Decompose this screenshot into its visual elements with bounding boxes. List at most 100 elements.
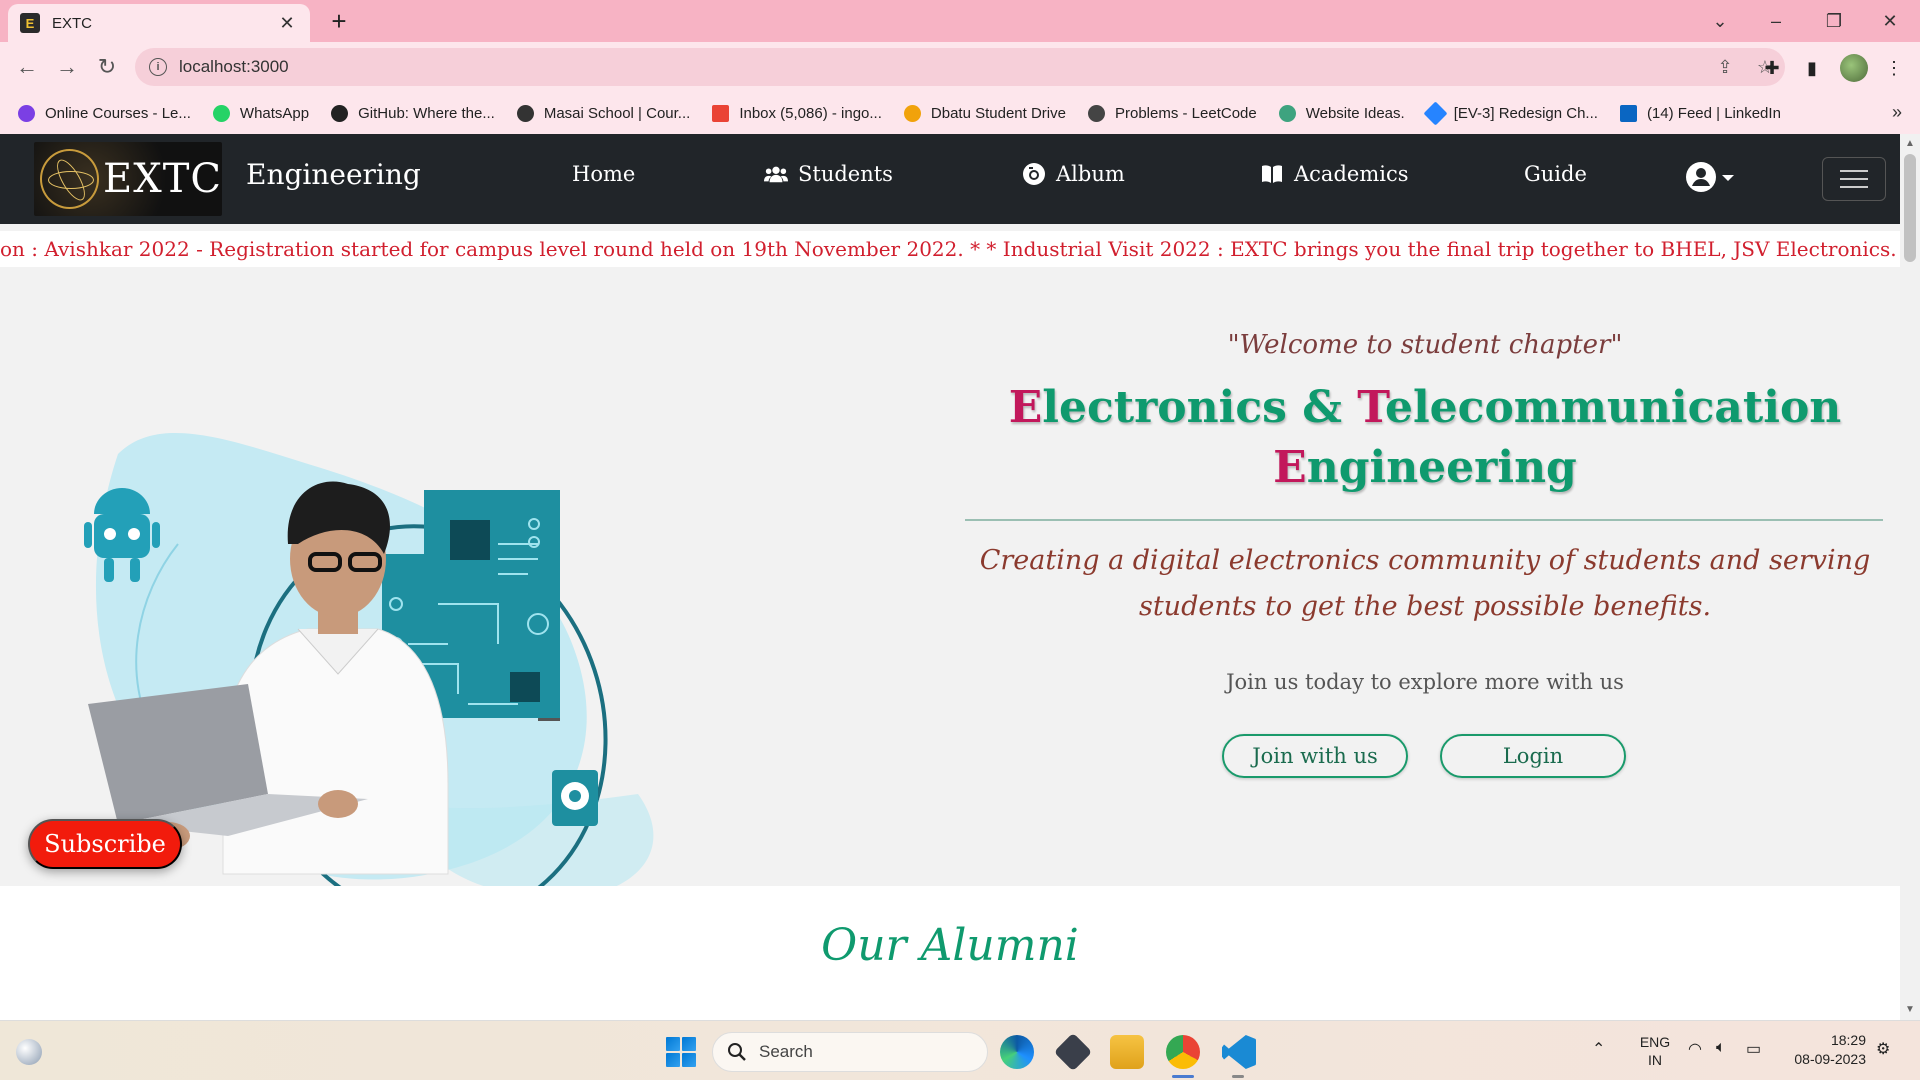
camera-icon — [1022, 162, 1046, 186]
extensions-icon[interactable]: ✚ — [1758, 54, 1786, 82]
browser-tab[interactable]: E EXTC ✕ — [8, 4, 310, 42]
bookmark-favicon-icon — [18, 104, 35, 122]
new-tab-icon[interactable]: + — [324, 6, 354, 36]
nav-album-label: Album — [1056, 162, 1125, 186]
bookmark-favicon-icon — [1278, 104, 1296, 122]
bookmarks-bar: Online Courses - Le... WhatsApp GitHub: … — [0, 92, 1920, 134]
alumni-section: Our Alumni — [0, 886, 1900, 1020]
subscribe-button[interactable]: Subscribe — [28, 819, 182, 869]
site-info-icon[interactable]: i — [149, 58, 167, 76]
bookmark-item[interactable]: Masai School | Cour... — [516, 104, 690, 122]
app-cube-icon[interactable] — [1053, 1032, 1093, 1072]
scroll-down-icon[interactable]: ▼ — [1900, 1002, 1920, 1018]
side-panel-icon[interactable]: ▮ — [1798, 54, 1826, 82]
hero-title-line1: Electronics & Telecommunication — [1008, 382, 1842, 433]
navbar-toggle-hamburger-icon[interactable] — [1822, 157, 1886, 201]
tray-overflow-chevron-icon[interactable]: ⌃ — [1592, 1039, 1605, 1059]
share-icon[interactable]: ⇪ — [1705, 57, 1745, 78]
join-prompt: Join us today to explore more with us — [1226, 670, 1624, 694]
bookmark-item[interactable]: [EV-3] Redesign Ch... — [1423, 100, 1598, 126]
leetcode-icon — [1087, 104, 1105, 122]
chrome-active-indicator — [1172, 1075, 1194, 1078]
nav-home-label: Home — [572, 162, 636, 186]
close-tab-icon[interactable]: ✕ — [276, 13, 298, 34]
reload-icon[interactable]: ↻ — [92, 52, 122, 82]
profile-avatar[interactable] — [1840, 54, 1868, 82]
site-logo[interactable]: EXTC — [34, 142, 222, 216]
nav-academics[interactable]: Academics — [1260, 162, 1409, 186]
announcement-marquee: on : Avishkar 2022 - Registration starte… — [0, 231, 1900, 267]
bookmark-item[interactable]: Online Courses - Le... — [18, 104, 191, 122]
battery-icon[interactable]: ▭ — [1746, 1039, 1761, 1059]
system-clock[interactable]: 18:29 08-09-2023 — [1782, 1031, 1866, 1069]
bookmark-item[interactable]: Problems - LeetCode — [1087, 104, 1257, 122]
volume-icon[interactable]: 🔈︎ — [1716, 1039, 1726, 1057]
page-scrollbar[interactable]: ▲ ▼ — [1900, 134, 1920, 1020]
github-icon — [331, 104, 349, 122]
gmail-icon — [712, 104, 730, 122]
input-language[interactable]: ENG IN — [1635, 1033, 1675, 1069]
hero-title: Electronics & Telecommunication Engineer… — [960, 378, 1890, 498]
hero-title-line2: Engineering — [1273, 442, 1577, 493]
minimize-icon[interactable]: – — [1756, 6, 1796, 36]
bookmark-favicon-icon — [516, 104, 534, 122]
login-button[interactable]: Login — [1440, 734, 1626, 778]
forward-icon[interactable]: → — [52, 52, 82, 82]
taskbar-search-placeholder: Search — [759, 1042, 813, 1061]
bookmark-item[interactable]: Inbox (5,086) - ingo... — [712, 104, 882, 122]
windows-start-icon[interactable] — [666, 1037, 696, 1067]
users-icon — [764, 162, 788, 186]
address-bar[interactable]: i localhost:3000 ⇪ ☆ — [135, 48, 1785, 86]
windows-taskbar: Search ⌃ ENG IN ◠ 🔈︎ ▭ 18:29 08-09-2023 … — [0, 1020, 1920, 1080]
nav-album[interactable]: Album — [1022, 162, 1125, 186]
nav-students[interactable]: Students — [764, 162, 893, 186]
user-account-dropdown-icon[interactable] — [1686, 162, 1734, 192]
vscode-running-indicator — [1232, 1075, 1244, 1078]
tab-title: EXTC — [52, 14, 93, 32]
site-navbar: EXTC Engineering Home Students Album Aca… — [0, 134, 1900, 224]
restore-icon[interactable]: ❐ — [1814, 6, 1854, 36]
bookmark-item[interactable]: Dbatu Student Drive — [903, 104, 1066, 122]
nav-academics-label: Academics — [1294, 162, 1409, 186]
tab-search-chevron-icon[interactable]: ⌄ — [1700, 6, 1740, 36]
weather-widget-icon[interactable] — [16, 1039, 42, 1065]
browser-toolbar: ← → ↻ i localhost:3000 ⇪ ☆ ✚ ▮ ⋮ — [0, 42, 1920, 92]
edge-icon[interactable] — [1000, 1035, 1034, 1069]
menu-kebab-icon[interactable]: ⋮ — [1880, 54, 1908, 82]
bookmark-item[interactable]: Website Ideas. — [1278, 104, 1405, 122]
brand-name[interactable]: Engineering — [246, 158, 421, 191]
nav-home[interactable]: Home — [572, 162, 635, 186]
jira-icon — [1423, 100, 1448, 126]
join-with-us-button[interactable]: Join with us — [1222, 734, 1408, 778]
notifications-icon[interactable]: ⚙︎ — [1876, 1039, 1890, 1059]
chrome-icon[interactable] — [1166, 1035, 1200, 1069]
tab-favicon-icon: E — [20, 13, 40, 33]
logo-text: EXTC — [103, 156, 222, 202]
wifi-icon[interactable]: ◠ — [1688, 1039, 1702, 1059]
hero-divider — [965, 519, 1883, 521]
welcome-text: "Welcome to student chapter" — [1227, 330, 1623, 360]
bookmarks-overflow-icon[interactable]: » — [1892, 102, 1902, 123]
hero-tagline: Creating a digital electronics community… — [979, 545, 1871, 622]
vscode-icon[interactable] — [1222, 1035, 1256, 1069]
bookmark-item[interactable]: GitHub: Where the... — [331, 104, 495, 122]
file-explorer-icon[interactable] — [1110, 1035, 1144, 1069]
scrollbar-thumb[interactable] — [1904, 154, 1916, 262]
bookmark-item[interactable]: WhatsApp — [212, 104, 309, 122]
atom-icon — [40, 149, 100, 209]
search-icon — [728, 1043, 746, 1061]
alumni-title: Our Alumni — [821, 920, 1079, 971]
book-icon — [1260, 162, 1284, 186]
bookmark-item[interactable]: (14) Feed | LinkedIn — [1619, 104, 1781, 122]
whatsapp-icon — [212, 104, 230, 122]
drive-icon — [903, 104, 921, 122]
nav-guide[interactable]: Guide — [1524, 162, 1587, 186]
linkedin-icon — [1619, 104, 1637, 122]
url-text[interactable]: localhost:3000 — [179, 57, 1705, 77]
nav-students-label: Students — [798, 162, 893, 186]
page-viewport: EXTC Engineering Home Students Album Aca… — [0, 134, 1920, 1020]
close-window-icon[interactable]: ✕ — [1870, 6, 1910, 36]
taskbar-search[interactable]: Search — [712, 1032, 988, 1072]
scroll-up-icon[interactable]: ▲ — [1900, 136, 1920, 152]
back-icon[interactable]: ← — [12, 52, 42, 82]
